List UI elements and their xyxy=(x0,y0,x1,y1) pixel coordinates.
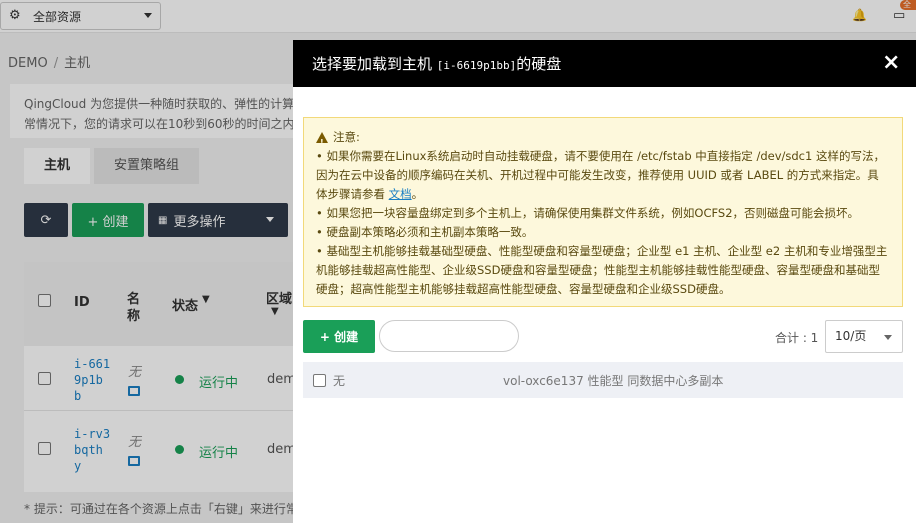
warning-item-cluster-fs: • 如果您把一块容量盘绑定到多个主机上，请确保使用集群文件系统，例如OCFS2，… xyxy=(316,206,860,220)
dialog-title: 选择要加载到主机 [i-6619p1bb]的硬盘 xyxy=(312,55,562,73)
page-size-value: 10/页 xyxy=(835,329,867,343)
instance-id: [i-6619p1bb] xyxy=(436,59,517,72)
total-count: 合计 : 1 xyxy=(775,331,819,345)
volume-description: vol-oxc6e137 性能型 同数据中心多副本 xyxy=(503,374,724,388)
warning-title: 注意: xyxy=(316,128,890,152)
attach-volume-dialog: 选择要加载到主机 [i-6619p1bb]的硬盘 × 注意: • 如果你需要在L… xyxy=(293,40,916,523)
create-volume-button[interactable]: + 创建 xyxy=(303,320,375,353)
volume-checkbox[interactable] xyxy=(313,374,326,387)
warning-notice: 注意: • 如果你需要在Linux系统启动时自动挂载硬盘，请不要使用在 /etc… xyxy=(303,117,903,307)
warning-item-compat: • 基础型主机能够挂载基础型硬盘、性能型硬盘和容量型硬盘；企业型 e1 主机、企… xyxy=(316,244,888,296)
docs-link[interactable]: 文档 xyxy=(389,187,412,201)
search-input[interactable] xyxy=(379,320,519,352)
close-icon[interactable]: × xyxy=(882,51,900,75)
warning-item-fstab: • 如果你需要在Linux系统启动时自动挂载硬盘，请不要使用在 /etc/fst… xyxy=(316,149,885,201)
chevron-down-icon xyxy=(884,335,892,340)
volume-name: 无 xyxy=(333,374,346,388)
page-size-select[interactable]: 10/页 xyxy=(825,320,903,353)
warning-item-replica: • 硬盘副本策略必须和主机副本策略一致。 xyxy=(316,225,534,239)
warning-icon xyxy=(316,132,328,152)
volume-toolbar: + 创建 合计 : 1 10/页 xyxy=(303,320,903,354)
dialog-header: 选择要加载到主机 [i-6619p1bb]的硬盘 × xyxy=(293,40,916,87)
volume-row[interactable]: 无 vol-oxc6e137 性能型 同数据中心多副本 xyxy=(303,362,903,398)
